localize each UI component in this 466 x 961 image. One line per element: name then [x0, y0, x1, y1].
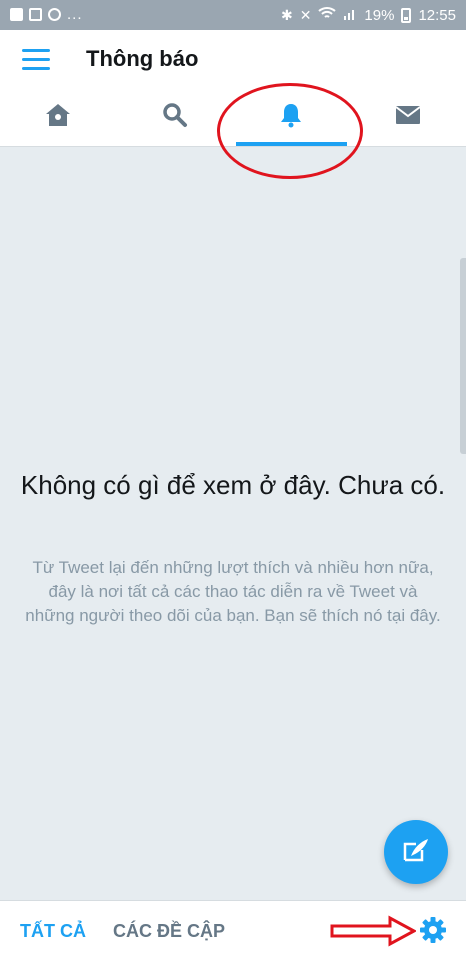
page-title: Thông báo — [86, 46, 198, 72]
clock: 12:55 — [418, 7, 456, 24]
scroll-handle[interactable] — [460, 258, 466, 454]
bluetooth-icon: ✱ — [281, 7, 293, 24]
tab-search[interactable] — [117, 88, 234, 146]
app-icon — [48, 8, 61, 21]
facebook-icon — [10, 8, 23, 21]
empty-state-title: Không có gì để xem ở đây. Chưa có. — [20, 467, 446, 503]
mute-icon: ✕ — [300, 7, 312, 24]
tab-messages[interactable] — [350, 88, 466, 146]
annotation-ellipse — [217, 83, 363, 179]
filter-all-tab[interactable]: TẤT CẢ — [20, 921, 86, 942]
gear-icon[interactable] — [419, 916, 447, 949]
battery-percent: 19% — [364, 7, 394, 24]
compose-tweet-button[interactable] — [384, 820, 448, 884]
compose-tweet-icon — [402, 836, 430, 869]
more-notifications: ... — [67, 6, 83, 23]
hamburger-menu-icon[interactable] — [22, 49, 50, 71]
wifi-icon — [318, 6, 336, 24]
home-icon — [44, 102, 72, 133]
gallery-icon — [29, 8, 42, 21]
tab-home[interactable] — [0, 88, 117, 146]
battery-icon — [401, 8, 411, 23]
envelope-icon — [395, 105, 421, 130]
status-bar: ... ✱ ✕ 19% 12:55 — [0, 0, 466, 30]
annotation-arrow — [330, 915, 416, 952]
search-icon — [162, 102, 188, 133]
signal-icon — [343, 6, 357, 24]
filter-mentions-tab[interactable]: CÁC ĐỀ CẬP — [113, 921, 225, 942]
empty-state-body: Từ Tweet lại đến những lượt thích và nhi… — [22, 556, 444, 628]
